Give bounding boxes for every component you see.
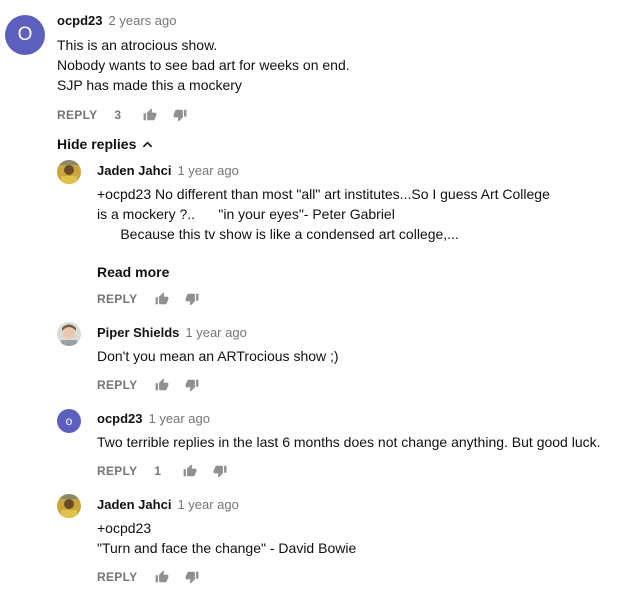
timestamp[interactable]: 1 year ago — [185, 325, 246, 340]
comment-text: Don't you mean an ARTrocious show ;) — [97, 346, 339, 366]
comment-actions: REPLY — [97, 567, 201, 587]
author-name[interactable]: Jaden Jahci — [97, 163, 171, 178]
read-more-link[interactable]: Read more — [97, 264, 169, 280]
comment-line: Because this tv show is like a condensed… — [97, 226, 459, 242]
timestamp[interactable]: 1 year ago — [177, 163, 238, 178]
comment-text: This is an atrocious show. Nobody wants … — [57, 35, 350, 95]
timestamp[interactable]: 2 years ago — [109, 13, 177, 28]
timestamp[interactable]: 1 year ago — [177, 497, 238, 512]
hide-replies-toggle[interactable]: Hide replies — [57, 136, 153, 152]
thumb-down-icon[interactable] — [183, 376, 201, 394]
thumb-up-icon[interactable] — [153, 290, 171, 308]
avatar[interactable] — [57, 494, 81, 518]
reply-button[interactable]: REPLY — [97, 570, 137, 584]
thumb-down-icon[interactable] — [171, 106, 189, 124]
reply-button[interactable]: REPLY — [97, 464, 137, 478]
timestamp[interactable]: 1 year ago — [149, 411, 210, 426]
thumb-up-icon[interactable] — [153, 376, 171, 394]
thumb-down-icon[interactable] — [211, 462, 229, 480]
reply-button[interactable]: REPLY — [97, 378, 137, 392]
comment-line: Don't you mean an ARTrocious show ;) — [97, 348, 339, 364]
author-name[interactable]: ocpd23 — [97, 411, 143, 426]
avatar[interactable]: O — [5, 15, 45, 55]
comment-text: Two terrible replies in the last 6 month… — [97, 432, 601, 452]
comment-actions: REPLY — [97, 289, 201, 309]
avatar[interactable] — [57, 160, 81, 184]
comment-header: Jaden Jahci 1 year ago — [97, 163, 239, 178]
comment-header: ocpd23 1 year ago — [97, 411, 210, 426]
author-name[interactable]: ocpd23 — [57, 13, 103, 28]
thumb-down-icon[interactable] — [183, 290, 201, 308]
comment-line: "Turn and face the change" - David Bowie — [97, 540, 357, 556]
comment-text: +ocpd23 "Turn and face the change" - Dav… — [97, 518, 356, 558]
comment-line: Two terrible replies in the last 6 month… — [97, 434, 601, 450]
thumb-down-icon[interactable] — [183, 568, 201, 586]
comment-header: Jaden Jahci 1 year ago — [97, 497, 239, 512]
comment-text: +ocpd23 No different than most "all" art… — [97, 184, 550, 244]
thumb-up-icon[interactable] — [181, 462, 199, 480]
comment-actions: REPLY 1 — [97, 461, 229, 481]
comment-line: +ocpd23 No different than most "all" art… — [97, 186, 550, 202]
thumb-up-icon[interactable] — [153, 568, 171, 586]
avatar[interactable]: o — [57, 409, 81, 433]
comment-line: is a mockery ?.. "in your eyes"- Peter G… — [97, 206, 395, 222]
comment-header: Piper Shields 1 year ago — [97, 325, 247, 340]
comment-line: +ocpd23 — [97, 520, 152, 536]
comment-line: Nobody wants to see bad art for weeks on… — [57, 57, 350, 73]
like-count: 1 — [154, 464, 162, 478]
author-name[interactable]: Jaden Jahci — [97, 497, 171, 512]
comment-header: ocpd23 2 years ago — [57, 13, 176, 28]
comment-actions: REPLY — [97, 375, 201, 395]
comment-line: SJP has made this a mockery — [57, 77, 242, 93]
reply-button[interactable]: REPLY — [97, 292, 137, 306]
comment-line: This is an atrocious show. — [57, 37, 218, 53]
avatar[interactable] — [57, 322, 81, 346]
author-name[interactable]: Piper Shields — [97, 325, 179, 340]
like-count: 3 — [114, 108, 122, 122]
thumb-up-icon[interactable] — [141, 106, 159, 124]
comment-actions: REPLY 3 — [57, 105, 189, 125]
reply-button[interactable]: REPLY — [57, 108, 97, 122]
chevron-up-icon — [143, 140, 153, 147]
